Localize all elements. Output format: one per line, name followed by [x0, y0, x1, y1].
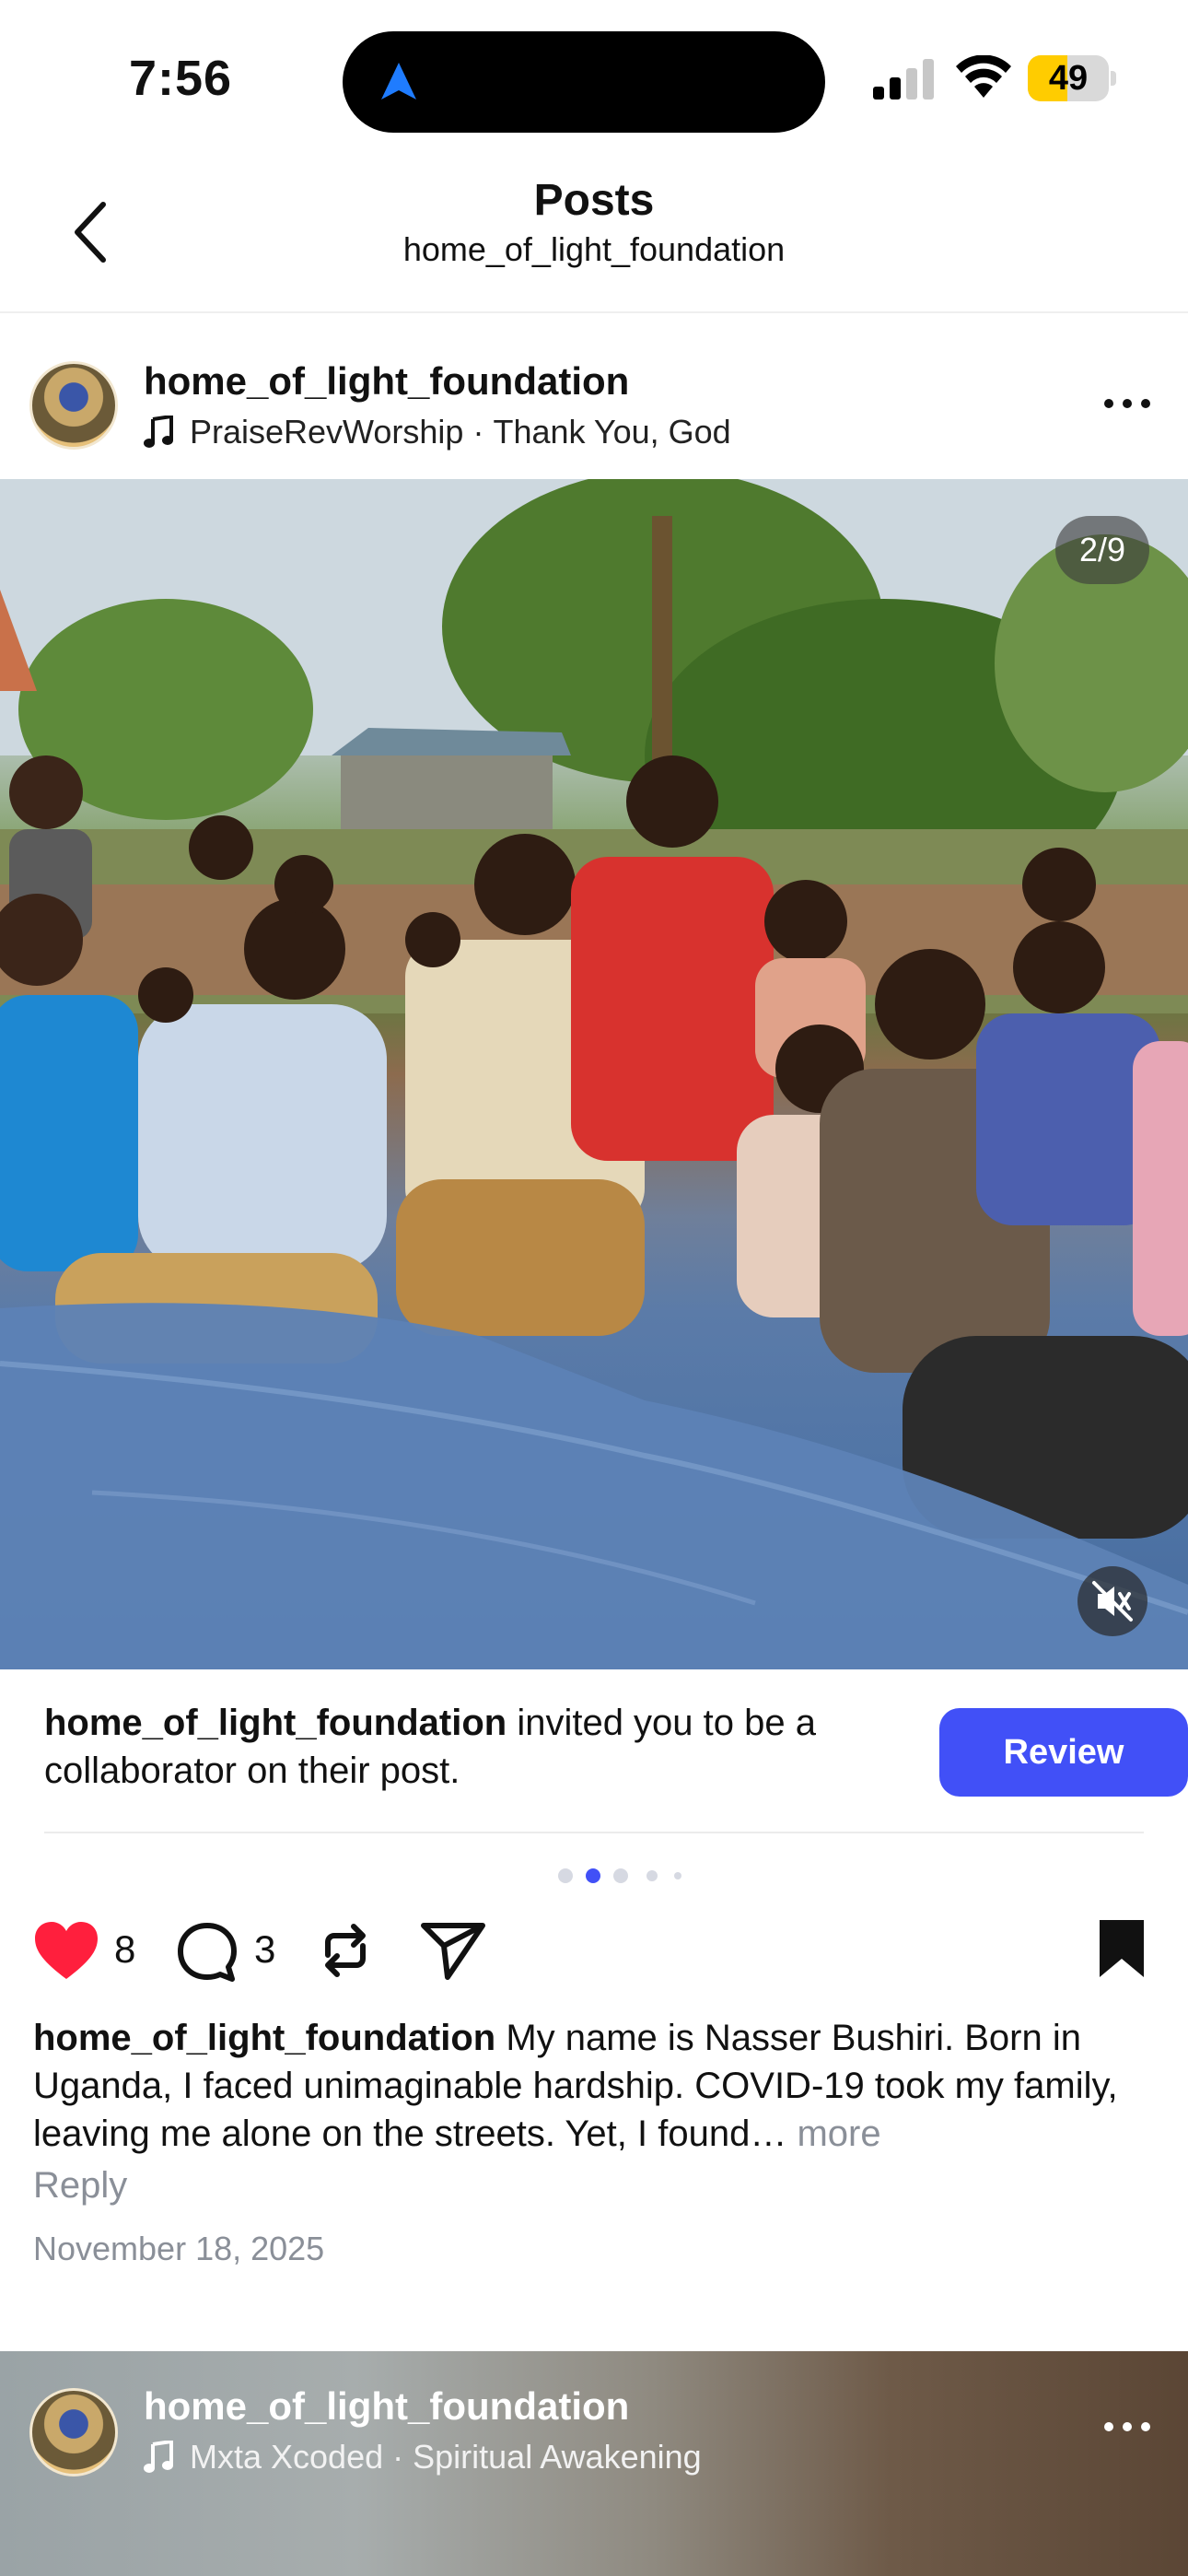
- carousel-dot: [646, 1870, 658, 1881]
- battery-indicator: 49: [1028, 55, 1116, 101]
- repost-icon[interactable]: [313, 1918, 378, 1983]
- like-heart-icon[interactable]: [33, 1920, 99, 1981]
- status-bar: 7:56 49: [0, 0, 1188, 157]
- comment-count[interactable]: 3: [254, 1927, 275, 1972]
- media-counter-badge: 2/9: [1055, 516, 1149, 584]
- carousel-dot: [613, 1868, 628, 1883]
- music-artist: PraiseRevWorship: [190, 413, 464, 451]
- music-attribution[interactable]: PraiseRevWorship · Thank You, God: [144, 413, 731, 451]
- next-post-music-separator: ·: [392, 2438, 404, 2476]
- mute-button[interactable]: [1077, 1566, 1147, 1636]
- wifi-icon: [956, 55, 1011, 98]
- page-header: Posts home_of_light_foundation: [0, 157, 1188, 313]
- post-actions: 8 3: [0, 1909, 1188, 1992]
- carousel-dot: [674, 1872, 681, 1879]
- collab-invite-banner: home_of_light_foundation invited you to …: [44, 1669, 1188, 1833]
- next-post-music-attribution[interactable]: Mxta Xcoded · Spiritual Awakening: [144, 2438, 702, 2476]
- battery-level: 49: [1048, 59, 1089, 98]
- comment-icon[interactable]: [175, 1920, 239, 1985]
- avatar[interactable]: [29, 361, 118, 450]
- avatar[interactable]: [29, 2388, 118, 2476]
- more-options-icon[interactable]: [1101, 2418, 1153, 2436]
- review-button[interactable]: Review: [939, 1708, 1188, 1797]
- dynamic-island[interactable]: [343, 31, 825, 133]
- navigation-arrow-icon: [381, 63, 416, 100]
- post-date: November 18, 2025: [33, 2230, 325, 2267]
- carousel-dot: [586, 1868, 600, 1883]
- post-header: home_of_light_foundation PraiseRevWorshi…: [0, 315, 1188, 479]
- collab-username[interactable]: home_of_light_foundation: [44, 1703, 507, 1743]
- post-username[interactable]: home_of_light_foundation: [144, 359, 629, 404]
- status-time: 7:56: [129, 51, 233, 106]
- reply-link[interactable]: Reply: [33, 2165, 127, 2207]
- collab-invite-text: home_of_light_foundation invited you to …: [44, 1699, 901, 1795]
- page-title: Posts: [533, 176, 655, 225]
- speaker-muted-icon: [1092, 1581, 1133, 1622]
- music-separator: ·: [472, 413, 484, 451]
- more-options-icon[interactable]: [1101, 394, 1153, 413]
- like-count[interactable]: 8: [114, 1927, 135, 1972]
- music-note-icon: [144, 416, 173, 448]
- post-caption: home_of_light_foundation My name is Nass…: [33, 2014, 1166, 2158]
- next-post: home_of_light_foundation Mxta Xcoded · S…: [0, 2351, 1188, 2576]
- post-photo[interactable]: 2/9: [0, 479, 1188, 1669]
- share-send-icon[interactable]: [420, 1920, 486, 1981]
- page-subtitle: home_of_light_foundation: [402, 230, 786, 268]
- music-note-icon: [144, 2441, 173, 2473]
- next-post-music-artist: Mxta Xcoded: [190, 2438, 384, 2476]
- cellular-signal-icon: [873, 59, 934, 100]
- next-post-music-title: Spiritual Awakening: [413, 2438, 702, 2476]
- bookmark-icon[interactable]: [1096, 1918, 1147, 1979]
- photo-illustration: [0, 479, 1188, 1669]
- caption-more-link[interactable]: more: [797, 2113, 880, 2154]
- carousel-indicator: [0, 1867, 1188, 1885]
- next-post-username[interactable]: home_of_light_foundation: [144, 2384, 629, 2429]
- caption-username[interactable]: home_of_light_foundation: [33, 2018, 495, 2058]
- carousel-dot: [558, 1868, 573, 1883]
- music-title: Thank You, God: [493, 413, 731, 451]
